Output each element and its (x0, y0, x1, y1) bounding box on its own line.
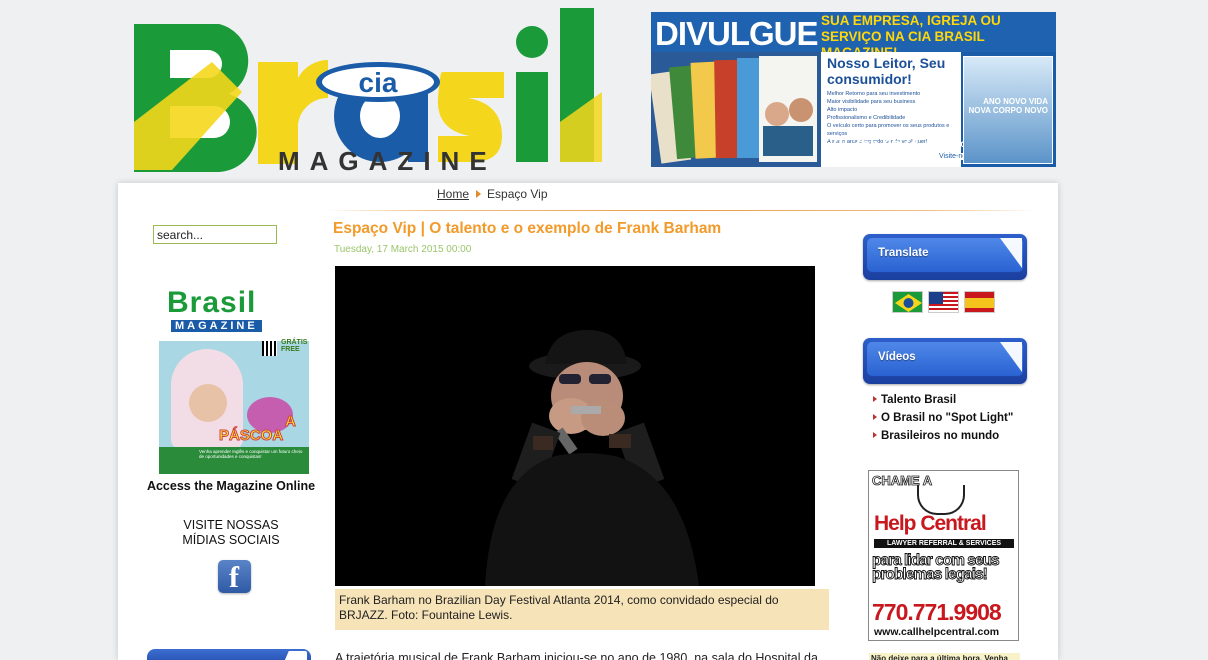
facebook-icon[interactable]: f (218, 560, 251, 594)
article-body: A trajetória musical de Frank Barham ini… (335, 651, 818, 660)
video-links-list: Talento Brasil O Brasil no "Spot Light" … (873, 391, 1013, 445)
cover-pascoa-label: PÁSCOA (218, 427, 284, 445)
help-ad-phone: 770.771.9908 (872, 599, 1002, 625)
cover-footer-text: Venha aprender Inglês e conquistar um fu… (199, 449, 303, 459)
brasil-logo-graphic: cia MAGAZINE (134, 8, 602, 174)
cover-baby-face (189, 384, 227, 422)
site-logo[interactable]: cia MAGAZINE (132, 2, 616, 174)
help-central-ad[interactable]: CHAME A Help Central LAWYER REFERRAL & S… (868, 470, 1019, 641)
social-heading-line1: VISITE NOSSAS (183, 518, 279, 532)
cover-a-label: A (285, 413, 297, 431)
logo-badge-text: cia (359, 67, 398, 98)
ad-bullet: Maior visibilidade para seu business (827, 99, 916, 105)
ad-headline: DIVULGUE (655, 15, 819, 52)
next-ad-snippet[interactable]: Não deixe para a última hora. Venha (869, 653, 1020, 660)
translate-label: Translate (878, 247, 929, 259)
magazine-stack-image (651, 52, 821, 167)
breadcrumb-arrow-icon (476, 190, 482, 199)
translate-module-header[interactable]: Translate (863, 234, 1027, 280)
ad-magazine-cover: ANO NOVO VIDA NOVA CORPO NOVO (963, 56, 1053, 164)
photo-caption: Frank Barham no Brazilian Day Festival A… (335, 589, 829, 630)
videos-label: Vídeos (878, 351, 916, 363)
ad-phone: 770.256.4524 (821, 135, 919, 152)
help-ad-url: www.callhelpcentral.com (874, 626, 1000, 638)
ad-bullet: Melhor Retorno para seu investimento (827, 91, 921, 97)
social-heading-line2: MÍDIAS SOCIAIS (182, 533, 280, 547)
cover-mag-label: MAGAZINE (171, 320, 262, 332)
ad-email: magazine@ciabrasilatlanta.com (825, 154, 939, 163)
breadcrumb-current: Espaço Vip (487, 187, 548, 201)
video-link-brasileiros-no-mundo[interactable]: Brasileiros no mundo (873, 427, 1013, 445)
ad-leitor-text: Nosso Leitor, Seu consumidor! (827, 55, 946, 87)
cover-header: Brasil MAGAZINE (159, 279, 309, 341)
access-magazine-link[interactable]: Access the Magazine Online (136, 479, 326, 493)
brazil-flag-icon[interactable] (892, 291, 923, 313)
cover-brand: Brasil (167, 286, 257, 319)
advertise-banner[interactable]: DIVULGUE SUA EMPRESA, IGREJA OU SERVIÇO … (651, 12, 1056, 167)
breadcrumb: Home Espaço Vip (437, 187, 548, 201)
ad-bullet: Profissionalismo e Credibilidade (827, 115, 906, 121)
content-panel: Home Espaço Vip Brasil MAGAZINE GRÁTIS FR… (118, 183, 1058, 660)
article-photo (335, 266, 815, 586)
magazine-cover-thumbnail[interactable]: Brasil MAGAZINE GRÁTIS FREE A PÁSCOA Ven… (159, 279, 309, 474)
performer-photo-graphic (335, 266, 815, 586)
help-ad-brand: Help Central (874, 512, 987, 535)
search-input[interactable] (153, 225, 277, 244)
ad-cover-text: ANO NOVO VIDA NOVA CORPO NOVO (968, 97, 1048, 115)
video-link-talento-brasil[interactable]: Talento Brasil (873, 391, 1013, 409)
logo-subtitle: MAGAZINE (278, 146, 497, 174)
ad-top-strip: DIVULGUE SUA EMPRESA, IGREJA OU SERVIÇO … (651, 12, 1056, 60)
video-link-spot-light[interactable]: O Brasil no "Spot Light" (873, 409, 1013, 427)
help-ad-lawyer: LAWYER REFERRAL & SERVICES (874, 539, 1014, 548)
ad-bullet: Alto impacto (827, 107, 858, 113)
cover-free-label: GRÁTIS FREE (281, 339, 308, 353)
qr-code-icon (262, 341, 277, 356)
cover-footer: Venha aprender Inglês e conquistar um fu… (159, 447, 309, 474)
article-date: Tuesday, 17 March 2015 00:00 (334, 244, 472, 255)
help-ad-para: para lidar com seus problemas legais! (872, 552, 1000, 583)
justice-scale-icon (917, 485, 965, 515)
breadcrumb-home-link[interactable]: Home (437, 187, 469, 201)
left-module-tab (147, 649, 311, 660)
videos-module-header[interactable]: Vídeos (863, 338, 1027, 384)
breadcrumb-divider (323, 210, 1038, 211)
social-media-heading: VISITE NOSSAS MÍDIAS SOCIAIS (156, 518, 306, 548)
usa-flag-icon[interactable] (928, 291, 959, 313)
article-title[interactable]: Espaço Vip | O talento e o exemplo de Fr… (333, 220, 721, 238)
spain-flag-icon[interactable] (964, 291, 995, 313)
